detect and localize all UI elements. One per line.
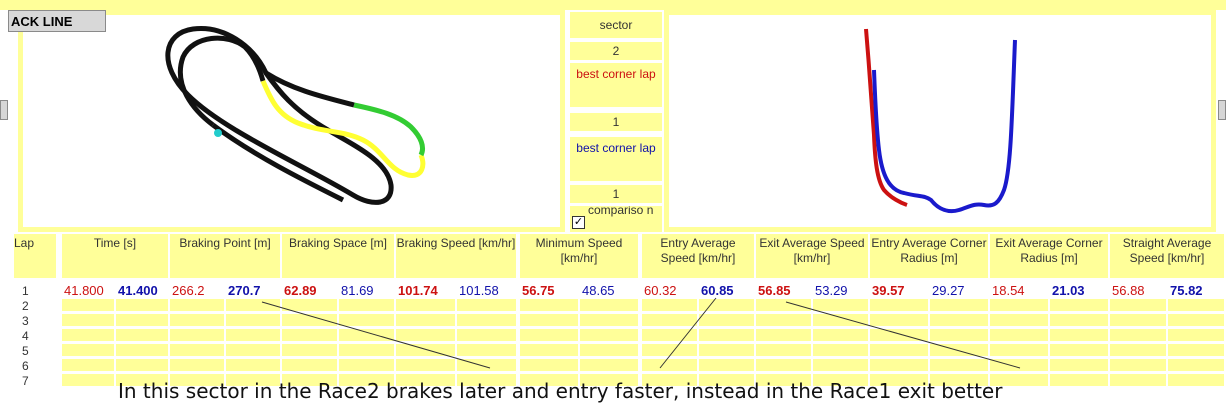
annotation-lines [261, 297, 1021, 369]
analysis-annotation: In this sector in the Race2 brakes later… [118, 379, 1003, 403]
